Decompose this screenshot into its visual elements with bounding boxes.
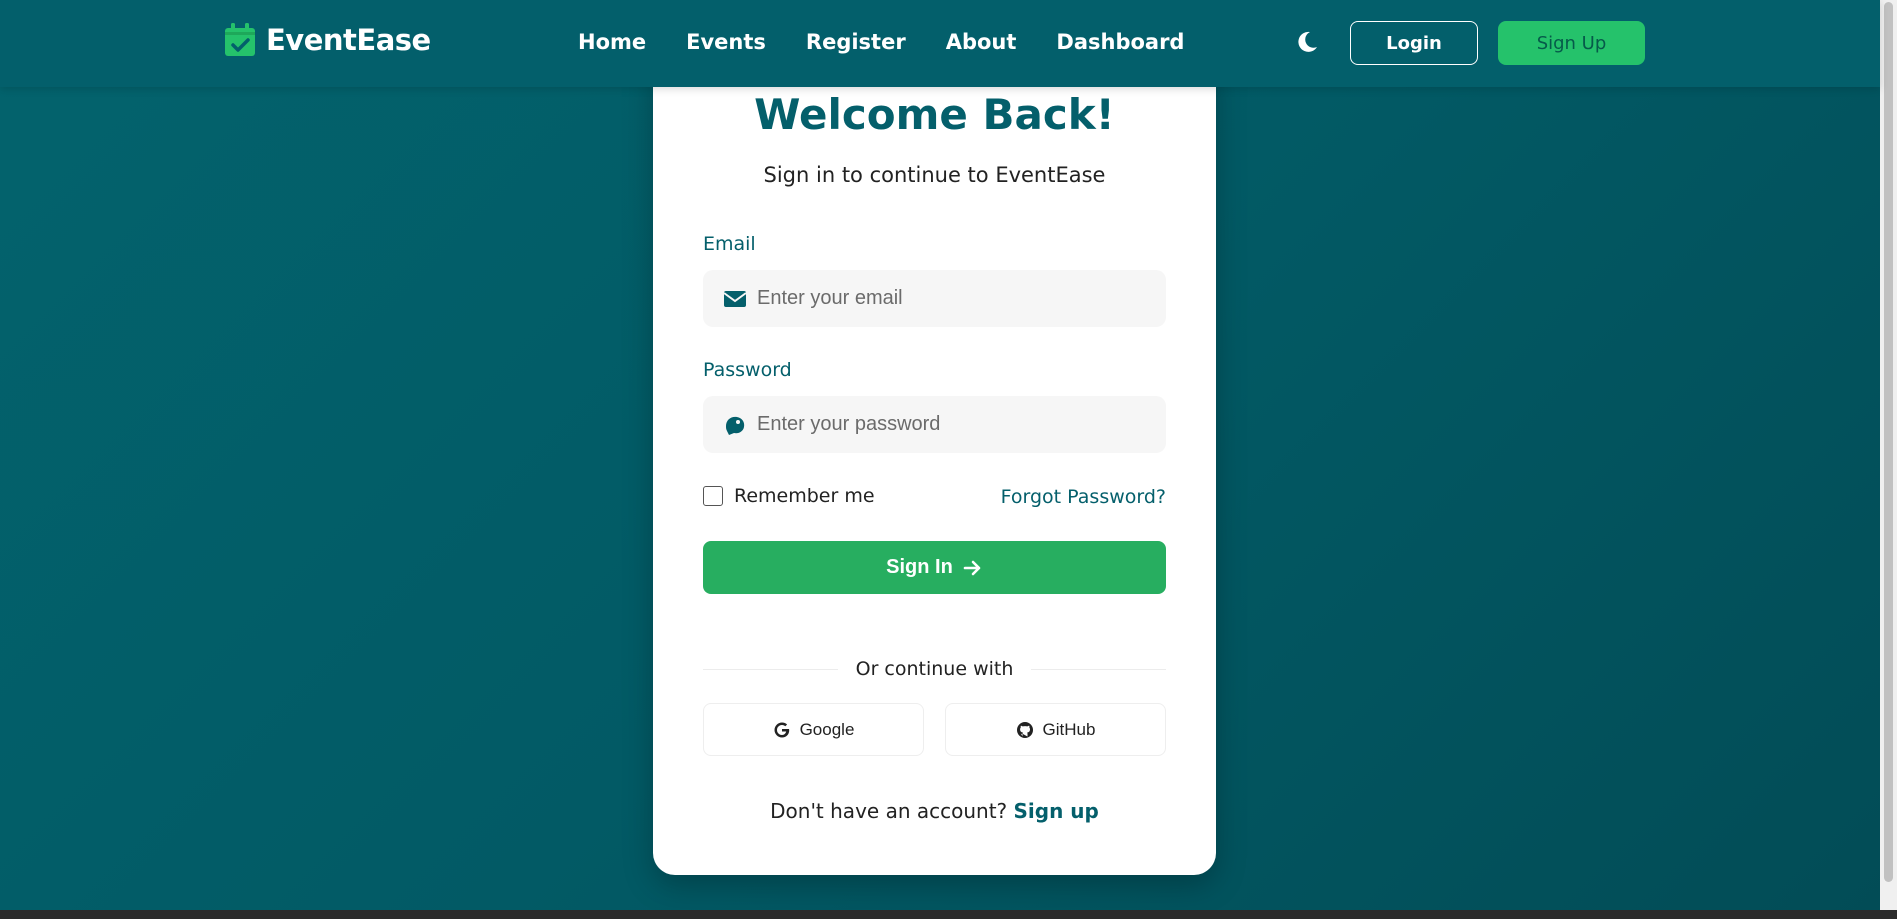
- sign-in-button[interactable]: Sign In: [703, 541, 1166, 594]
- scrollbar[interactable]: [1880, 0, 1897, 910]
- login-card: Welcome Back! Sign in to continue to Eve…: [653, 60, 1216, 875]
- scrollbar-thumb[interactable]: [1884, 2, 1893, 882]
- forgot-password-link[interactable]: Forgot Password?: [1001, 486, 1166, 508]
- google-icon: [774, 722, 789, 737]
- calendar-check-icon: [225, 23, 255, 56]
- password-label: Password: [703, 359, 792, 381]
- divider-line-right: [1031, 668, 1166, 670]
- divider: Or continue with: [703, 658, 1166, 680]
- taskbar-strip: [0, 910, 1897, 919]
- github-label: GitHub: [1042, 719, 1096, 739]
- remember-me: Remember me: [703, 485, 875, 507]
- email-label: Email: [703, 233, 756, 255]
- email-field-wrapper: [703, 270, 1166, 327]
- email-input[interactable]: [757, 287, 1157, 310]
- login-button[interactable]: Login: [1350, 21, 1478, 65]
- nav-item-about[interactable]: About: [946, 30, 1017, 54]
- google-login-button[interactable]: Google: [703, 703, 924, 756]
- nav-links: Home Events Register About Dashboard: [578, 30, 1184, 54]
- navbar: EventEase Home Events Register About Das…: [0, 0, 1880, 87]
- brand-name: EventEase: [266, 23, 431, 57]
- github-login-button[interactable]: GitHub: [945, 703, 1166, 756]
- signup-button[interactable]: Sign Up: [1498, 21, 1645, 65]
- signup-prompt-text: Don't have an account?: [770, 799, 1008, 823]
- sign-in-label: Sign In: [886, 556, 953, 578]
- divider-line-left: [703, 668, 838, 670]
- remember-checkbox[interactable]: [703, 486, 723, 506]
- nav-item-dashboard[interactable]: Dashboard: [1056, 30, 1184, 54]
- page-title: Welcome Back!: [754, 90, 1115, 139]
- signup-prompt: Don't have an account? Sign up: [653, 799, 1216, 823]
- nav-item-home[interactable]: Home: [578, 30, 646, 54]
- google-label: Google: [799, 719, 855, 739]
- nav-item-events[interactable]: Events: [686, 30, 766, 54]
- github-icon: [1016, 721, 1033, 738]
- nav-item-register[interactable]: Register: [806, 30, 906, 54]
- signup-link[interactable]: Sign up: [1014, 799, 1099, 823]
- page-subtitle: Sign in to continue to EventEase: [763, 163, 1106, 187]
- brand[interactable]: EventEase: [222, 22, 431, 58]
- envelope-icon: [723, 290, 747, 307]
- key-icon: [726, 416, 745, 435]
- password-field-wrapper: [703, 396, 1166, 453]
- password-input[interactable]: [757, 413, 1157, 436]
- remember-label: Remember me: [734, 485, 875, 507]
- divider-text: Or continue with: [855, 658, 1014, 680]
- arrow-right-icon: [963, 560, 981, 575]
- moon-icon[interactable]: [1293, 28, 1321, 56]
